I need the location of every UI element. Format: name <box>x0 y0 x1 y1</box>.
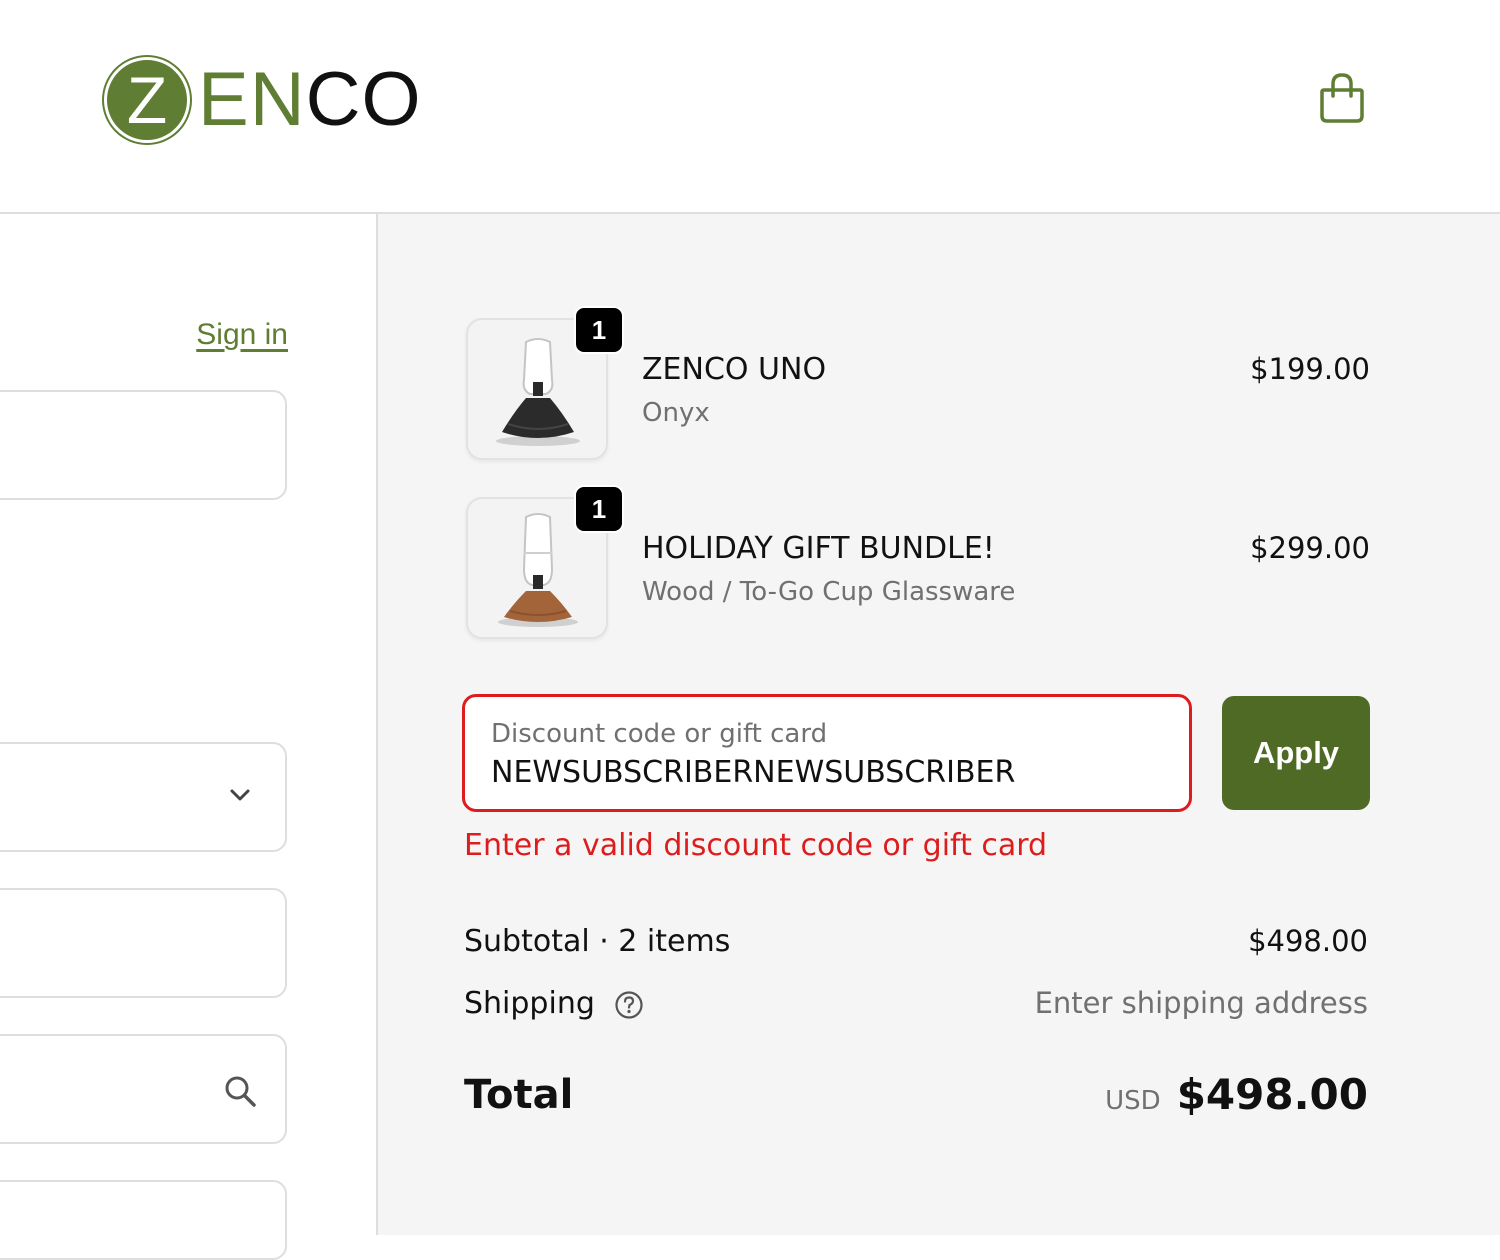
item-price: $199.00 <box>1250 352 1370 386</box>
shipping-row: Shipping <box>464 986 644 1021</box>
order-summary: 1 ZENCO UNO Onyx $199.00 1 HOLIDAY GIFT … <box>376 214 1500 1235</box>
email-field[interactable] <box>0 390 287 500</box>
apply-button[interactable]: Apply <box>1222 696 1370 810</box>
shipping-value: Enter shipping address <box>1034 986 1368 1020</box>
apartment-field[interactable] <box>0 1180 287 1260</box>
subtotal-value: $498.00 <box>1248 924 1368 958</box>
total-label: Total <box>464 1072 574 1118</box>
shopping-bag-icon[interactable] <box>1318 72 1366 124</box>
checkout-form-column: Sign in <box>0 214 376 1260</box>
subtotal-label: Subtotal · 2 items <box>464 924 731 959</box>
help-circle-icon[interactable] <box>614 990 644 1020</box>
discount-code-input[interactable]: Discount code or gift card NEWSUBSCRIBER… <box>462 694 1192 812</box>
item-name: ZENCO UNO <box>642 352 827 387</box>
total-value: $498.00 <box>1176 1070 1368 1119</box>
address-field[interactable] <box>0 1034 287 1144</box>
header: Z ENCO <box>0 0 1500 214</box>
zenco-logo[interactable]: Z ENCO <box>104 55 422 145</box>
logo-text-dark: CO <box>305 57 422 142</box>
logo-badge: Z <box>104 57 190 143</box>
logo-text-green: EN <box>198 57 306 142</box>
item-variant: Wood / To-Go Cup Glassware <box>642 577 1016 607</box>
discount-label: Discount code or gift card <box>491 719 828 749</box>
item-name: HOLIDAY GIFT BUNDLE! <box>642 531 995 566</box>
total-amount: USD $498.00 <box>1105 1070 1368 1119</box>
name-field[interactable] <box>0 888 287 998</box>
item-variant: Onyx <box>642 398 710 428</box>
item-price: $299.00 <box>1250 531 1370 565</box>
sign-in-link[interactable]: Sign in <box>196 318 288 352</box>
quantity-badge: 1 <box>574 485 624 533</box>
chevron-down-icon <box>230 789 250 801</box>
cart-item: 1 ZENCO UNO Onyx $199.00 <box>466 306 1370 464</box>
logo-wordmark: ENCO <box>198 62 422 138</box>
cart-item: 1 HOLIDAY GIFT BUNDLE! Wood / To-Go Cup … <box>466 485 1370 643</box>
country-select[interactable] <box>0 742 287 852</box>
search-icon <box>225 1076 256 1107</box>
currency-code: USD <box>1105 1086 1161 1116</box>
discount-error-message: Enter a valid discount code or gift card <box>464 828 1048 863</box>
shipping-label: Shipping <box>464 986 595 1021</box>
quantity-badge: 1 <box>574 306 624 354</box>
discount-value[interactable]: NEWSUBSCRIBERNEWSUBSCRIBER <box>491 755 1015 790</box>
